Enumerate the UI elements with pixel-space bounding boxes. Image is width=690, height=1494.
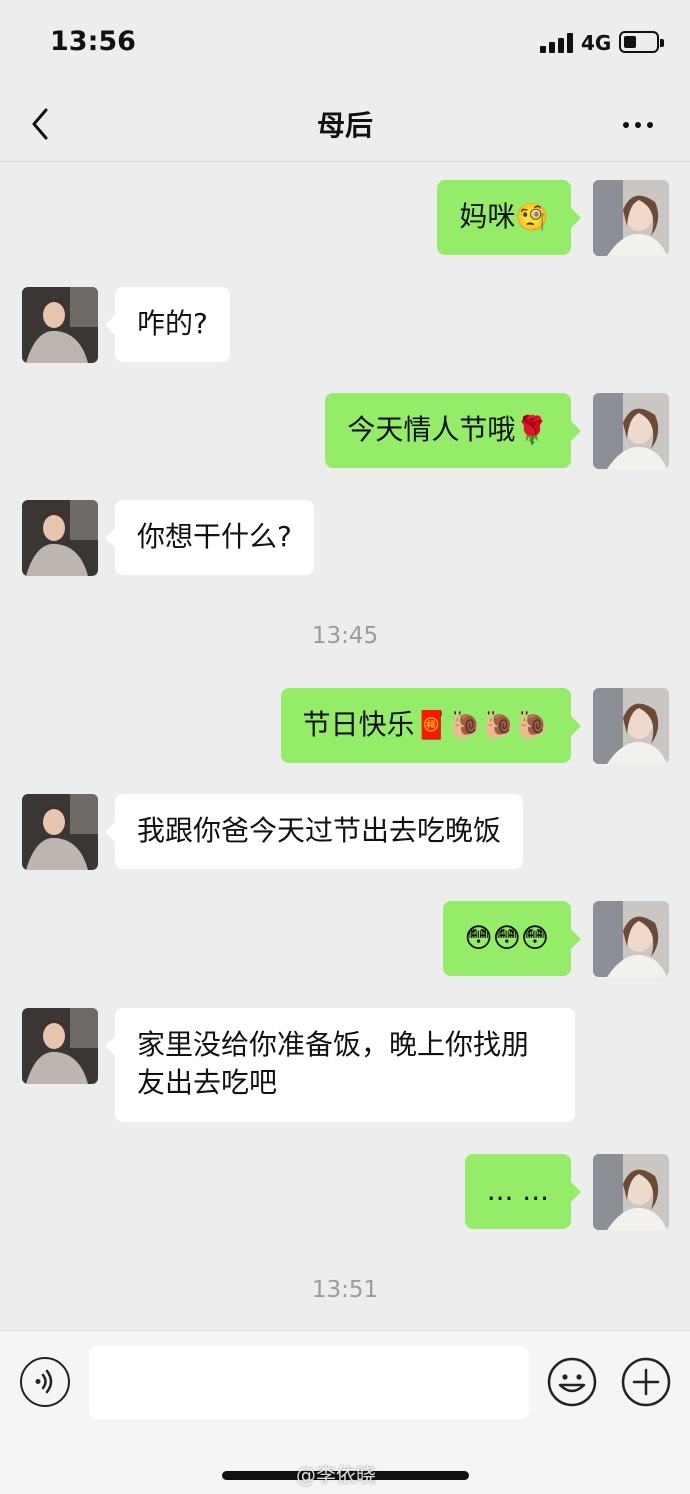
my-avatar[interactable] [593, 1154, 669, 1230]
message-text: 我跟你爸今天过节出去吃晚饭 [137, 814, 502, 847]
message-text: 今天情人节哦 [347, 413, 516, 446]
flushed-face-emoji-icon: 😳😳😳 [464, 923, 549, 954]
my-avatar[interactable] [593, 180, 669, 256]
message-text: 妈咪 [459, 200, 516, 233]
smiley-icon[interactable] [547, 1357, 597, 1407]
mom-avatar[interactable] [22, 794, 98, 870]
red-envelope-snail-emoji-icon: 🧧🐌🐌🐌 [414, 710, 549, 741]
chat-timestamp: 13:45 [311, 623, 379, 649]
message-bubble[interactable]: 妈咪🧐 [437, 180, 581, 255]
message-text: ... ... [486, 1174, 549, 1207]
monocle-emoji-icon: 🧐 [515, 202, 549, 233]
voice-icon[interactable] [20, 1357, 70, 1407]
status-bar: 13:56 4G [0, 0, 690, 86]
message-bubble[interactable]: 😳😳😳 [442, 901, 582, 976]
chat-timestamp: 13:51 [311, 1277, 379, 1303]
my-avatar[interactable] [593, 901, 669, 977]
message-bubble[interactable]: 家里没给你准备饭，晚上你找朋友出去吃吧 [105, 1008, 575, 1122]
message-bubble[interactable]: 咋的? [105, 287, 230, 362]
message-input[interactable] [89, 1346, 529, 1419]
input-bar: @李依晓 [0, 1330, 690, 1494]
mom-avatar[interactable] [22, 1008, 98, 1084]
message-bubble[interactable]: ... ... [464, 1154, 582, 1229]
mom-avatar[interactable] [22, 500, 98, 576]
message-text: 咋的? [137, 307, 208, 340]
network-label: 4G [581, 31, 612, 55]
more-dots-icon[interactable] [616, 104, 660, 144]
message-bubble[interactable]: 你想干什么? [105, 500, 314, 575]
message-text: 家里没给你准备饭，晚上你找朋友出去吃吧 [137, 1028, 530, 1099]
message-bubble[interactable]: 今天情人节哦🌹 [325, 393, 581, 468]
plus-circle-icon[interactable] [621, 1357, 671, 1407]
message-bubble[interactable]: 我跟你爸今天过节出去吃晚饭 [104, 794, 524, 869]
status-time: 13:56 [50, 26, 136, 57]
my-avatar[interactable] [593, 393, 669, 469]
message-text: 节日快乐 [302, 708, 415, 741]
my-avatar[interactable] [593, 688, 669, 764]
message-bubble[interactable]: 节日快乐🧧🐌🐌🐌 [280, 688, 581, 763]
nav-bar: 母后 [0, 86, 690, 162]
rose-emoji-icon: 🌹 [515, 415, 549, 446]
watermark: @李依晓 [296, 1463, 376, 1487]
mom-avatar[interactable] [22, 287, 98, 363]
battery-icon [619, 31, 664, 53]
message-text: 你想干什么? [137, 520, 292, 553]
signal-icon [540, 33, 574, 53]
chat-title: 母后 [316, 109, 373, 142]
